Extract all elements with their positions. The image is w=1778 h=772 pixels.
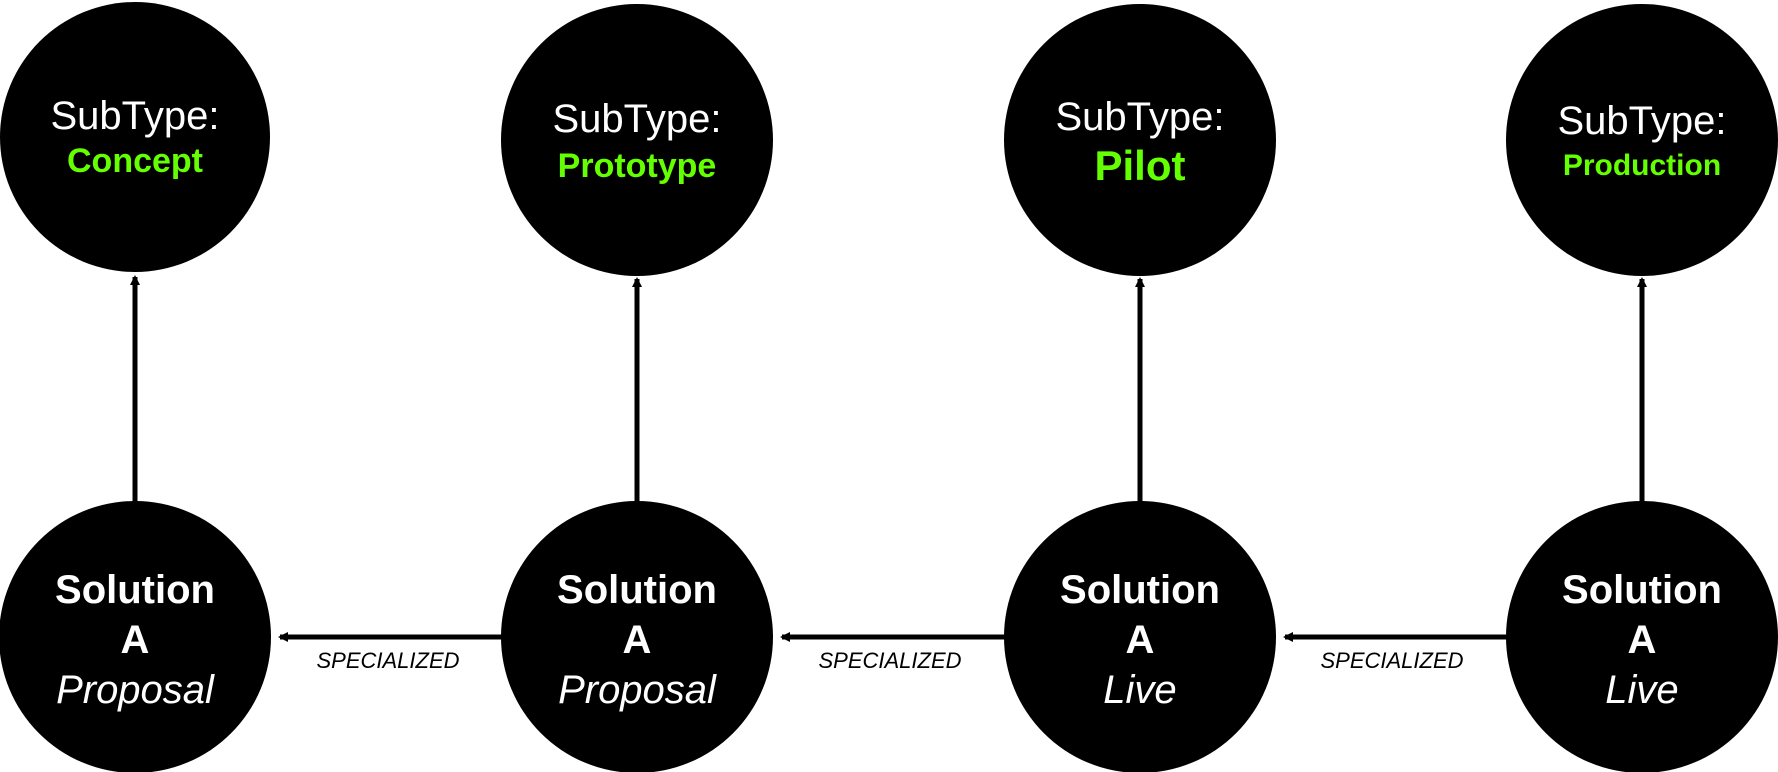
- solution-node-1: Solution A Proposal: [0, 501, 271, 772]
- solution-name: Solution: [55, 568, 215, 612]
- solution-state: Proposal: [56, 668, 215, 712]
- solution-state: Live: [1605, 668, 1678, 712]
- subtype-label: SubType:: [552, 97, 721, 141]
- subtype-node-pilot: SubType: Pilot: [1004, 4, 1276, 276]
- subtype-label: SubType:: [50, 94, 219, 138]
- subtype-node-concept: SubType: Concept: [0, 2, 270, 272]
- solution-name: Solution: [557, 568, 717, 612]
- horizontal-edges: SPECIALIZED SPECIALIZED SPECIALIZED: [278, 632, 1507, 673]
- solution-node-3: Solution A Live: [1004, 501, 1276, 772]
- subtype-label: SubType:: [1055, 95, 1224, 139]
- subtype-node-production: SubType: Production: [1506, 4, 1778, 276]
- solution-variant: A: [1126, 618, 1155, 662]
- solution-name: Solution: [1562, 568, 1722, 612]
- solution-variant: A: [623, 618, 652, 662]
- solution-state: Live: [1103, 668, 1176, 712]
- subtype-node-circle: [1004, 4, 1276, 276]
- edge-label-specialized: SPECIALIZED: [1320, 648, 1463, 673]
- solution-variant: A: [1628, 618, 1657, 662]
- solution-state: Proposal: [558, 668, 717, 712]
- solution-subtype-diagram: SPECIALIZED SPECIALIZED SPECIALIZED SubT…: [0, 2, 1778, 772]
- edge-label-specialized: SPECIALIZED: [818, 648, 961, 673]
- solution-node-2: Solution A Proposal: [501, 501, 773, 772]
- subtype-value: Concept: [67, 142, 203, 180]
- subtype-label: SubType:: [1557, 99, 1726, 143]
- subtype-value: Pilot: [1095, 142, 1186, 189]
- solution-node-4: Solution A Live: [1506, 501, 1778, 772]
- vertical-edges: [130, 275, 1647, 502]
- edge-label-specialized: SPECIALIZED: [316, 648, 459, 673]
- solution-name: Solution: [1060, 568, 1220, 612]
- solution-variant: A: [121, 618, 150, 662]
- subtype-node-prototype: SubType: Prototype: [501, 4, 773, 276]
- subtype-value: Production: [1563, 149, 1721, 182]
- subtype-value: Prototype: [558, 147, 717, 185]
